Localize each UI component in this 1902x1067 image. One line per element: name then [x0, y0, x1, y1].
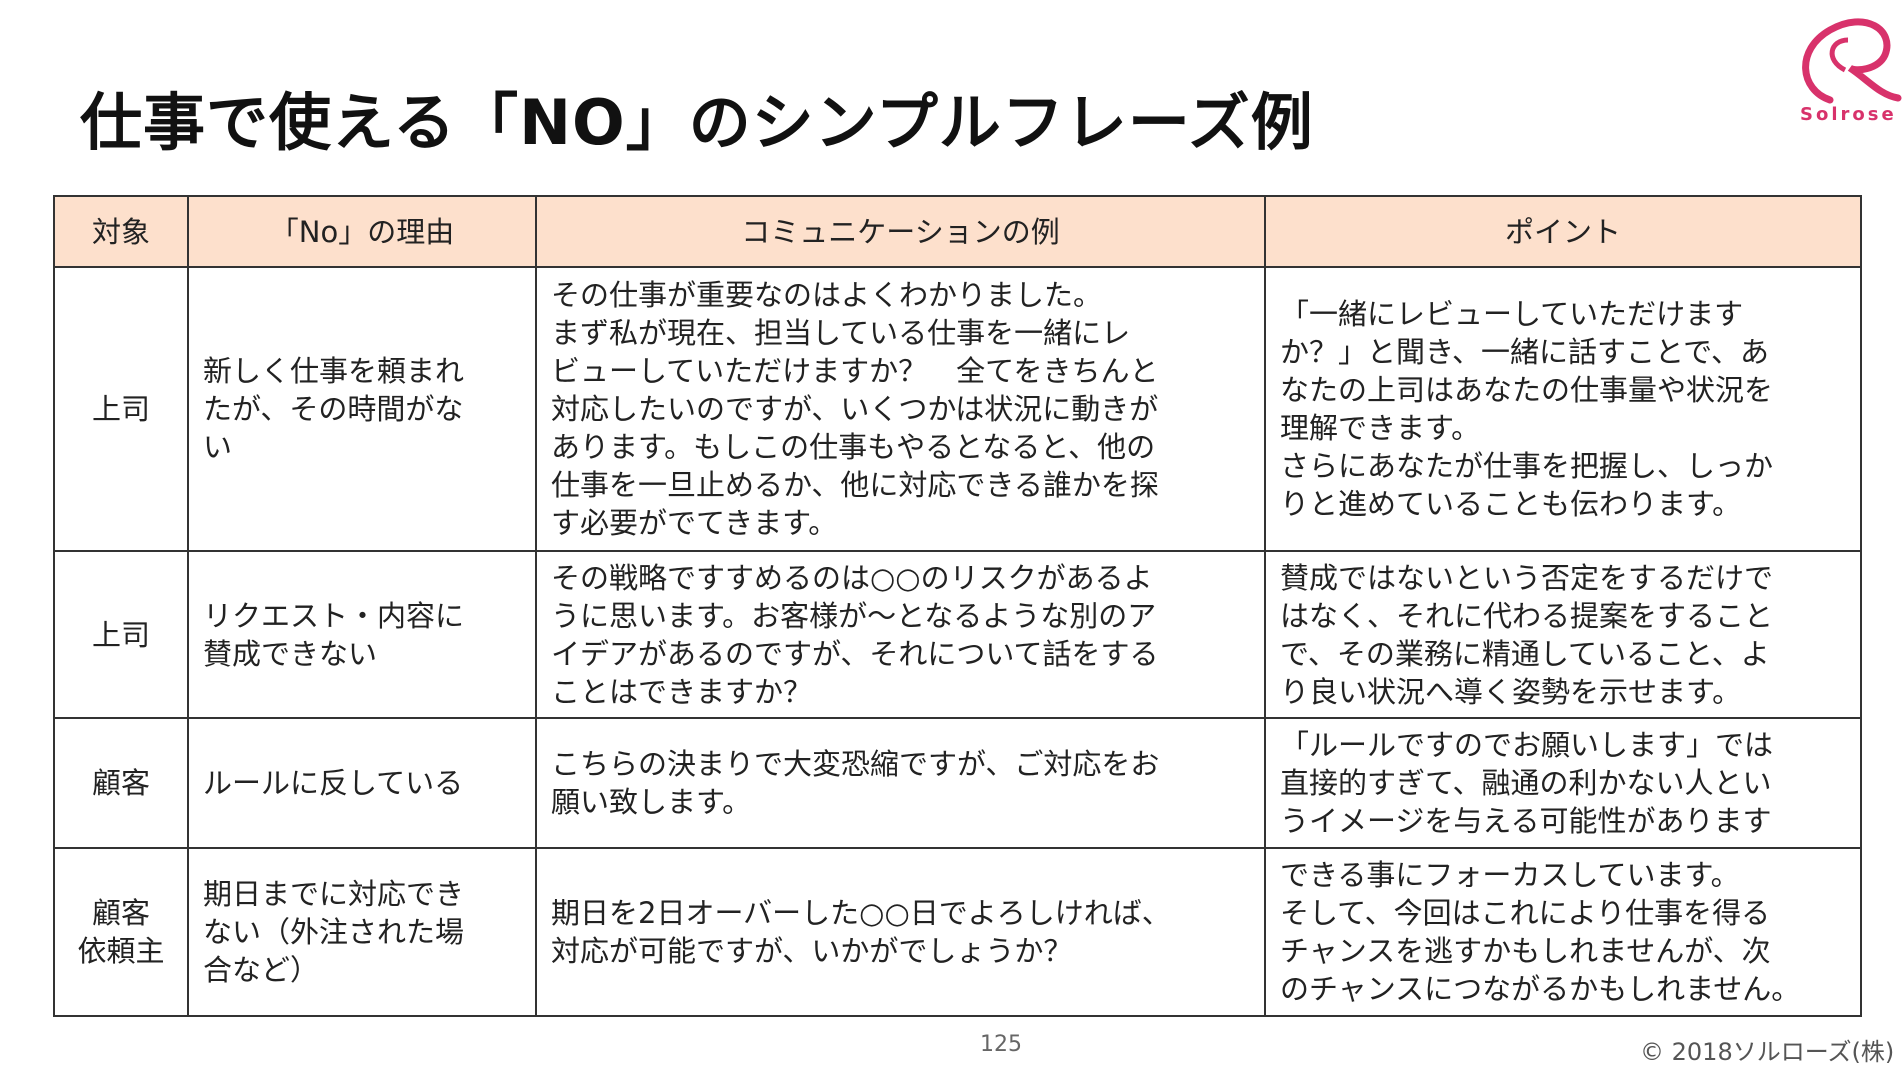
cell-example: その仕事が重要なのはよくわかりました。 まず私が現在、担当している仕事を一緒にレ… [535, 266, 1266, 552]
header-example: コミュニケーションの例 [535, 195, 1266, 268]
page-number: 125 [980, 1032, 1022, 1057]
cell-example: こちらの決まりで大変恐縮ですが、ご対応をお 願い致します。 [535, 717, 1266, 849]
table-row: 上司 リクエスト・内容に 賛成できない その戦略ですすめるのは○○のリスクがある… [53, 550, 1862, 719]
cell-point: 賛成ではないという否定をするだけで はなく、それに代わる提案をすること で、その… [1264, 550, 1862, 719]
cell-reason: ルールに反している [187, 717, 537, 849]
cell-point: 「ルールですのでお願いします」では 直接的すぎて、融通の利かない人とい うイメー… [1264, 717, 1862, 849]
no-phrase-table: 対象 「No」の理由 コミュニケーションの例 ポイント 上司 新しく仕事を頼まれ… [53, 195, 1862, 1017]
page-title: 仕事で使える「NO」のシンプルフレーズ例 [80, 86, 1314, 159]
table-row: 上司 新しく仕事を頼まれ たが、その時間がな い その仕事が重要なのはよくわかり… [53, 266, 1862, 552]
table-row: 顧客 ルールに反している こちらの決まりで大変恐縮ですが、ご対応をお 願い致しま… [53, 717, 1862, 849]
logo-text: Solrose [1800, 104, 1897, 125]
header-reason: 「No」の理由 [187, 195, 537, 268]
cell-target: 顧客 [53, 717, 189, 849]
cell-example: 期日を2日オーバーした○○日でよろしければ、 対応が可能ですが、いかがでしょうか… [535, 847, 1266, 1017]
cell-reason: リクエスト・内容に 賛成できない [187, 550, 537, 719]
header-target: 対象 [53, 195, 189, 268]
cell-point: 「一緒にレビューしていただけます か？」と聞き、一緒に話すことで、あ なたの上司… [1264, 266, 1862, 552]
cell-example: その戦略ですすめるのは○○のリスクがあるよ うに思います。お客様が～となるような… [535, 550, 1266, 719]
cell-point: できる事にフォーカスしています。 そして、今回はこれにより仕事を得る チャンスを… [1264, 847, 1862, 1017]
cell-reason: 新しく仕事を頼まれ たが、その時間がな い [187, 266, 537, 552]
cell-reason: 期日までに対応でき ない（外注された場 合など） [187, 847, 537, 1017]
table-header-row: 対象 「No」の理由 コミュニケーションの例 ポイント [53, 195, 1862, 268]
cell-target: 上司 [53, 266, 189, 552]
cell-target: 顧客 依頼主 [53, 847, 189, 1017]
header-point: ポイント [1264, 195, 1862, 268]
table-row: 顧客 依頼主 期日までに対応でき ない（外注された場 合など） 期日を2日オーバ… [53, 847, 1862, 1017]
cell-target: 上司 [53, 550, 189, 719]
